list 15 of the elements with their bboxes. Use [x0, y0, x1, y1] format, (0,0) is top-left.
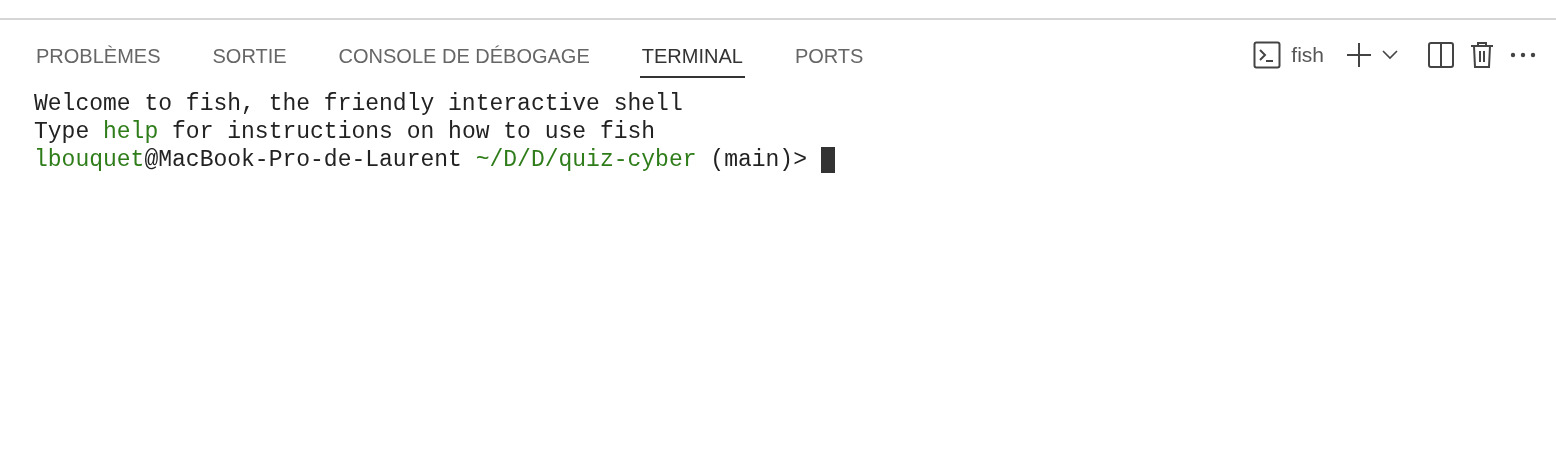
panel-tab[interactable]: CONSOLE DE DÉBOGAGE: [336, 35, 592, 78]
panel-tab[interactable]: SORTIE: [210, 35, 289, 78]
terminal-selector[interactable]: fish: [1253, 41, 1324, 69]
trash-icon[interactable]: [1470, 41, 1494, 69]
terminal-icon: [1253, 41, 1282, 69]
split-icon[interactable]: [1428, 42, 1454, 68]
panel-tab[interactable]: TERMINAL: [639, 35, 745, 78]
terminal-line: lbouquet@MacBook-Pro-de-Laurent ~/D/D/quiz-cyber (main)>: [34, 146, 808, 174]
panel-tab[interactable]: PROBLÈMES: [34, 35, 163, 78]
more-icon[interactable]: [1510, 52, 1536, 58]
terminal-line: Welcome to fish, the friendly interactive shell: [34, 90, 683, 118]
terminal-line: Type help for instructions on how to use fish: [34, 118, 656, 146]
panel-tab[interactable]: PORTS: [792, 35, 866, 78]
chevron-down-icon[interactable]: [1382, 50, 1398, 60]
plus-icon[interactable]: [1346, 42, 1372, 68]
